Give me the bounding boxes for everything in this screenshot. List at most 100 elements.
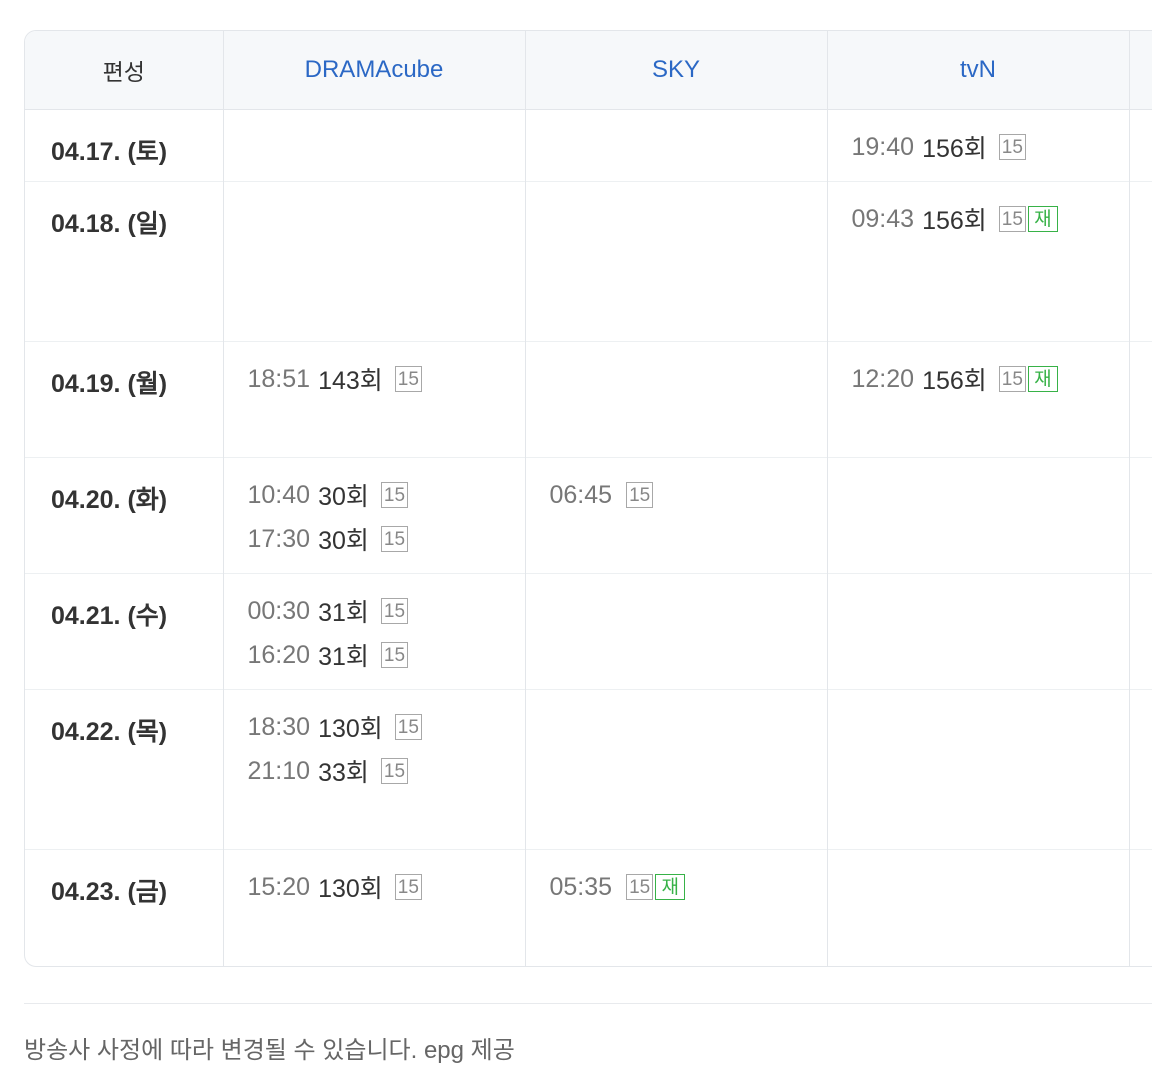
date-cell: 04.23. (금) bbox=[25, 849, 223, 966]
schedule-cell bbox=[826, 573, 1129, 690]
episode-number: 33회 bbox=[318, 759, 369, 787]
age-rating-badge: 15 bbox=[380, 526, 409, 552]
broadcast-slot[interactable]: 05:35 15 재 bbox=[550, 872, 827, 902]
broadcast-time: 00:30 bbox=[247, 596, 311, 625]
schedule-cell bbox=[826, 457, 1129, 574]
date-cell: 04.19. (월) bbox=[25, 341, 223, 458]
episode-number: 156회 bbox=[922, 135, 987, 163]
schedule-cell bbox=[1128, 689, 1152, 850]
schedule-cell bbox=[524, 341, 827, 458]
date-cell: 04.20. (화) bbox=[25, 457, 223, 574]
channel-header-more[interactable] bbox=[1128, 31, 1152, 110]
broadcast-time: 18:51 bbox=[247, 364, 311, 393]
schedule-cell: 06:45 15 bbox=[524, 457, 827, 574]
age-rating-badge: 15 bbox=[998, 206, 1026, 232]
schedule-table-box: 편성 DRAMAcube SKY tvN 04.17. (토) 19:40 156회… bbox=[24, 30, 1152, 967]
broadcast-slot[interactable]: 17:30 30회 15 bbox=[247, 524, 525, 555]
schedule-row: 04.17. (토) 19:40 156회 15 bbox=[25, 109, 1152, 182]
schedule-row: 04.18. (일) 09:43 156회 15 재 bbox=[25, 181, 1152, 342]
schedule-row: 04.20. (화) 10:40 30회 15 17:30 30회 15 06:45 15 bbox=[25, 457, 1152, 574]
episode-number: 30회 bbox=[318, 527, 369, 555]
footer-note: 방송사 사정에 따라 변경될 수 있습니다. epg 제공 bbox=[24, 1002, 1152, 1065]
broadcast-slot[interactable]: 06:45 15 bbox=[550, 480, 827, 510]
broadcast-slot[interactable]: 10:40 30회 15 bbox=[247, 480, 525, 511]
episode-number: 156회 bbox=[922, 367, 987, 395]
rerun-badge: 재 bbox=[1027, 206, 1058, 232]
schedule-cell: 00:30 31회 15 16:20 31회 15 bbox=[222, 573, 525, 690]
age-rating-badge: 15 bbox=[394, 874, 422, 900]
schedule-body: 04.17. (토) 19:40 156회 15 04.18. (일) 09:43 156회… bbox=[25, 109, 1152, 966]
schedule-row: 04.22. (목) 18:30 130회 15 21:10 33회 15 bbox=[25, 689, 1152, 850]
broadcast-slot[interactable]: 09:43 156회 15 재 bbox=[851, 204, 1129, 235]
age-rating-badge: 15 bbox=[394, 714, 422, 740]
episode-number: 31회 bbox=[318, 599, 369, 627]
channel-header-sky[interactable]: SKY bbox=[524, 31, 827, 110]
episode-number: 130회 bbox=[318, 875, 383, 903]
broadcast-time: 17:30 bbox=[247, 524, 311, 553]
broadcast-slot[interactable]: 18:30 130회 15 bbox=[247, 712, 525, 743]
age-rating-badge: 15 bbox=[380, 482, 409, 508]
schedule-cell bbox=[826, 849, 1129, 966]
schedule-row: 04.19. (월) 18:51 143회 15 12:20 156회 15 재 bbox=[25, 341, 1152, 458]
rerun-badge: 재 bbox=[655, 874, 686, 900]
broadcast-time: 09:43 bbox=[851, 204, 915, 233]
broadcast-slot[interactable]: 16:20 31회 15 bbox=[247, 640, 525, 671]
schedule-cell bbox=[1128, 181, 1152, 342]
episode-number: 156회 bbox=[922, 207, 987, 235]
date-cell: 04.22. (목) bbox=[25, 689, 223, 850]
rerun-badge: 재 bbox=[1027, 366, 1058, 392]
schedule-cell bbox=[524, 181, 827, 342]
schedule-cell: 18:51 143회 15 bbox=[222, 341, 525, 458]
schedule-cell bbox=[1128, 573, 1152, 690]
episode-number: 130회 bbox=[318, 715, 383, 743]
broadcast-time: 21:10 bbox=[247, 756, 311, 785]
channel-header-tvn[interactable]: tvN bbox=[826, 31, 1129, 110]
schedule-cell: 10:40 30회 15 17:30 30회 15 bbox=[222, 457, 525, 574]
broadcast-slot[interactable]: 15:20 130회 15 bbox=[247, 872, 525, 903]
broadcast-slot[interactable]: 19:40 156회 15 bbox=[851, 132, 1129, 163]
channel-header-dramacube[interactable]: DRAMAcube bbox=[222, 31, 525, 110]
broadcast-slot[interactable]: 18:51 143회 15 bbox=[247, 364, 525, 395]
schedule-cell: 09:43 156회 15 재 bbox=[826, 181, 1129, 342]
schedule-table: 편성 DRAMAcube SKY tvN 04.17. (토) 19:40 156회… bbox=[25, 31, 1152, 966]
date-cell: 04.21. (수) bbox=[25, 573, 223, 690]
age-rating-badge: 15 bbox=[380, 642, 409, 668]
schedule-cell bbox=[524, 109, 827, 182]
schedule-cell bbox=[222, 109, 525, 182]
corner-header: 편성 bbox=[25, 31, 223, 110]
schedule-cell bbox=[222, 181, 525, 342]
broadcast-slot[interactable]: 21:10 33회 15 bbox=[247, 756, 525, 787]
date-cell: 04.17. (토) bbox=[51, 138, 168, 166]
broadcast-time: 12:20 bbox=[851, 364, 915, 393]
episode-number: 143회 bbox=[318, 367, 383, 395]
age-rating-badge: 15 bbox=[626, 874, 654, 900]
schedule-row: 04.21. (수) 00:30 31회 15 16:20 31회 15 bbox=[25, 573, 1152, 690]
broadcast-time: 06:45 bbox=[549, 480, 613, 509]
episode-number: 30회 bbox=[318, 483, 369, 511]
age-rating-badge: 15 bbox=[998, 134, 1026, 160]
schedule-container: 편성 DRAMAcube SKY tvN 04.17. (토) 19:40 156회… bbox=[24, 30, 1152, 1065]
broadcast-time: 05:35 bbox=[549, 872, 613, 901]
broadcast-slot[interactable]: 12:20 156회 15 재 bbox=[851, 364, 1129, 395]
schedule-cell bbox=[524, 689, 827, 850]
age-rating-badge: 15 bbox=[626, 482, 654, 508]
age-rating-badge: 15 bbox=[998, 366, 1026, 392]
broadcast-time: 16:20 bbox=[247, 640, 311, 669]
schedule-row: 04.23. (금) 15:20 130회 15 05:35 15 재 bbox=[25, 849, 1152, 966]
age-rating-badge: 15 bbox=[380, 598, 409, 624]
schedule-cell: 12:20 156회 15 재 bbox=[826, 341, 1129, 458]
header-row: 편성 DRAMAcube SKY tvN bbox=[25, 31, 1152, 110]
schedule-cell bbox=[524, 573, 827, 690]
broadcast-time: 10:40 bbox=[247, 480, 311, 509]
date-cell: 04.18. (일) bbox=[25, 181, 223, 342]
schedule-cell: 05:35 15 재 bbox=[524, 849, 827, 966]
broadcast-time: 19:40 bbox=[851, 132, 915, 161]
age-rating-badge: 15 bbox=[394, 366, 422, 392]
schedule-cell: 15:20 130회 15 bbox=[222, 849, 525, 966]
schedule-cell bbox=[1128, 341, 1152, 458]
broadcast-slot[interactable]: 00:30 31회 15 bbox=[247, 596, 525, 627]
broadcast-time: 18:30 bbox=[247, 712, 311, 741]
schedule-cell bbox=[826, 689, 1129, 850]
episode-number: 31회 bbox=[318, 643, 369, 671]
broadcast-time: 15:20 bbox=[247, 872, 311, 901]
